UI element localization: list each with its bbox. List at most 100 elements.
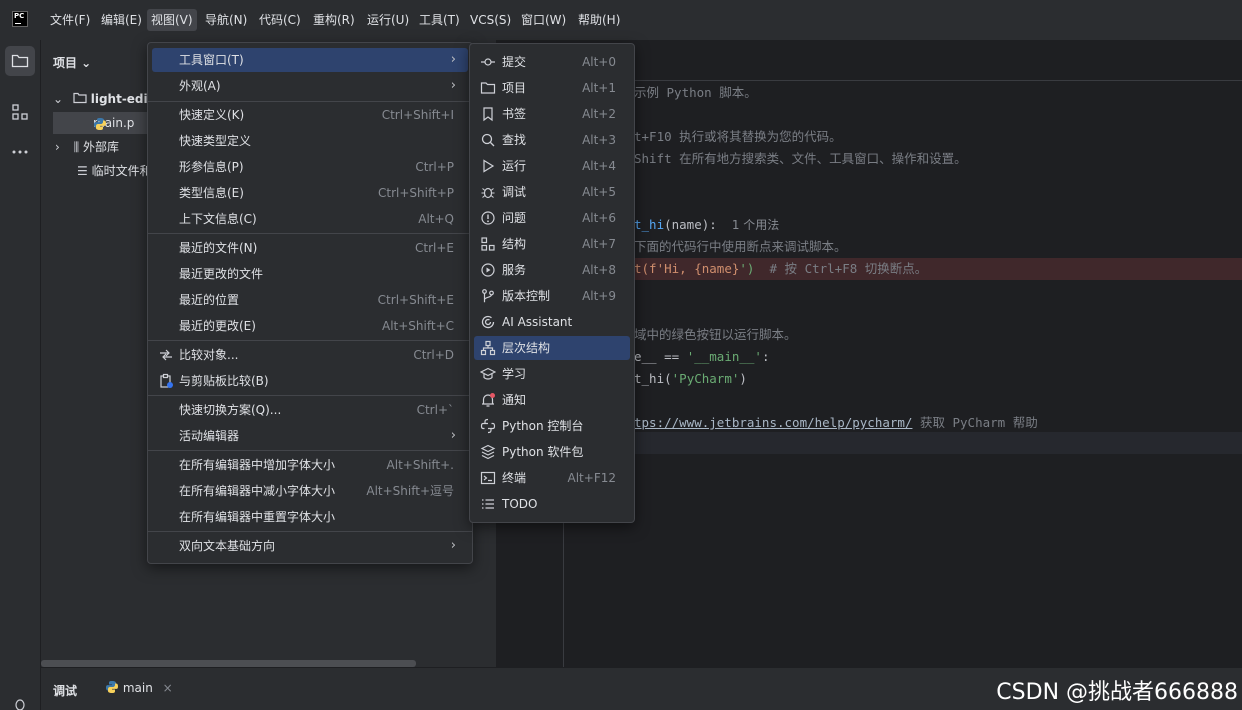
menu-run[interactable]: 运行(U) [363,9,413,31]
menu-view[interactable]: 视图(V) [147,9,197,31]
commit-icon [481,58,495,66]
tool-window-bookmarks[interactable]: 书签 Alt+2 [474,102,630,126]
terminal-icon [480,471,496,485]
tool-window-project[interactable]: 项目 Alt+1 [474,76,630,100]
view-menu-decrease-font[interactable]: 在所有编辑器中减小字体大小 Alt+Shift+逗号 [152,479,468,503]
code-line: t_hi('PyCharm') [634,371,747,386]
tree-item-label: 外部库 [83,140,120,154]
pycharm-logo-icon[interactable]: PC [12,11,28,27]
menu-vcs[interactable]: VCS(S) [466,9,515,31]
view-menu-recent-locations[interactable]: 最近的位置 Ctrl+Shift+E [152,288,468,312]
tool-window-ai-assistant[interactable]: AI Assistant [474,310,630,334]
clipboard-compare-icon [160,373,173,388]
learn-icon [480,367,496,380]
code-line: tps://www.jetbrains.com/help/pycharm/ 获取… [634,415,1038,430]
usage-hint[interactable]: 1 个用法 [732,218,779,232]
tree-row-external-libs[interactable]: › ⫼ 外部库 [55,136,119,158]
chevron-right-icon: › [450,538,456,553]
tool-window-problems[interactable]: 问题 Alt+6 [474,206,630,230]
code-line: t_hi(name): 1 个用法 [634,217,780,232]
vcs-icon [482,289,494,303]
tool-window-todo[interactable]: TODO [474,492,630,516]
python-icon [106,681,118,693]
tool-window-run[interactable]: 运行 Alt+4 [474,154,630,178]
tool-window-vcs[interactable]: 版本控制 Alt+9 [474,284,630,308]
folder-icon [480,82,496,94]
menu-edit[interactable]: 编辑(E) [97,9,146,31]
compare-icon [160,349,172,361]
horizontal-scrollbar[interactable] [41,660,416,667]
bookmark-icon [483,107,493,122]
view-menu-compare-with[interactable]: 比较对象... Ctrl+D [152,343,468,367]
tool-window-learn[interactable]: 学习 [474,362,630,386]
tree-item-label: light-edi [90,92,148,106]
tool-window-strip [0,40,41,710]
tool-window-debug[interactable]: 调试 Alt+5 [474,180,630,204]
code-line: Shift 在所有地方搜索类、文件、工具窗口、操作和设置。 [634,151,967,166]
ai-assistant-icon [481,315,495,329]
chevron-right-icon: › [450,428,456,443]
view-menu-appearance[interactable]: 外观(A) › [152,74,468,98]
structure-tool-button[interactable] [5,97,35,127]
debug-tab-label[interactable]: 调试 [53,682,77,699]
view-menu-parameter-info[interactable]: 形参信息(P) Ctrl+P [152,155,468,179]
tool-window-python-packages[interactable]: Python 软件包 [474,440,630,464]
view-menu-recent-files[interactable]: 最近的文件(N) Ctrl+E [152,236,468,260]
menu-separator [148,531,472,532]
menu-bar: PC 文件(F) 编辑(E) 视图(V) 导航(N) 代码(C) 重构(R) 运… [0,0,1242,40]
tool-window-structure[interactable]: 结构 Alt+7 [474,232,630,256]
project-title[interactable]: 项目 ⌄ [53,54,91,71]
view-menu-quick-switch-scheme[interactable]: 快速切换方案(Q)... Ctrl+` [152,398,468,422]
code-line: 示例 Python 脚本。 [634,85,757,100]
view-menu-tool-windows[interactable]: 工具窗口(T) › [152,48,468,72]
view-menu-active-editor[interactable]: 活动编辑器 › [152,424,468,448]
scratches-icon: ☰ [77,164,88,178]
view-menu-compare-clipboard[interactable]: 与剪贴板比较(B) [152,369,468,393]
view-menu-bidi-direction[interactable]: 双向文本基础方向 › [152,534,468,558]
tree-row-scratches[interactable]: ☰ 临时文件和 [77,160,152,182]
view-menu-quick-type-definition[interactable]: 快速类型定义 [152,129,468,153]
menu-help[interactable]: 帮助(H) [574,9,624,31]
tool-window-hierarchy[interactable]: 层次结构 [474,336,630,360]
view-menu-context-info[interactable]: 上下文信息(C) Alt+Q [152,207,468,231]
folder-icon [73,92,87,104]
more-tools-button[interactable] [5,137,35,167]
tool-window-python-console[interactable]: Python 控制台 [474,414,630,438]
code-line-breakpoint: t(f'Hi, {name}') # 按 Ctrl+F8 切换断点。 [634,261,928,276]
close-icon[interactable]: × [163,681,173,695]
search-icon [481,133,495,147]
tool-window-notifications[interactable]: 通知 [474,388,630,412]
packages-icon [480,444,496,460]
tree-row-root[interactable]: ⌄ light-edi [53,88,148,110]
tool-window-terminal[interactable]: 终端 Alt+F12 [474,466,630,490]
menu-window[interactable]: 窗口(W) [517,9,570,31]
code-line: t+F10 执行或将其替换为您的代码。 [634,129,842,144]
debug-session-tab[interactable]: main × [105,680,173,695]
view-menu-type-info[interactable]: 类型信息(E) Ctrl+Shift+P [152,181,468,205]
view-menu-popup: 工具窗口(T) › 外观(A) › 快速定义(K) Ctrl+Shift+I 快速类型… [147,42,473,564]
notification-icon [482,393,495,407]
view-menu-recently-changed-files[interactable]: 最近更改的文件 [152,262,468,286]
view-menu-reset-font[interactable]: 在所有编辑器中重置字体大小 [152,505,468,529]
code-line: 下面的代码行中使用断点来调试脚本。 [634,239,847,254]
code-line: e__ == '__main__': [634,349,770,364]
tool-window-find[interactable]: 查找 Alt+3 [474,128,630,152]
view-menu-increase-font[interactable]: 在所有编辑器中增加字体大小 Alt+Shift+. [152,453,468,477]
project-tool-button[interactable] [5,46,35,76]
tool-window-commit[interactable]: 提交 Alt+0 [474,50,630,74]
menu-refactor[interactable]: 重构(R) [309,9,359,31]
view-menu-quick-definition[interactable]: 快速定义(K) Ctrl+Shift+I [152,103,468,127]
services-icon [481,263,495,277]
chevron-right-icon: › [450,52,456,67]
view-menu-recent-changes[interactable]: 最近的更改(E) Alt+Shift+C [152,314,468,338]
menu-tools[interactable]: 工具(T) [415,9,464,31]
help-link[interactable]: tps://www.jetbrains.com/help/pycharm/ [634,415,912,430]
menu-navigate[interactable]: 导航(N) [201,9,251,31]
menu-file[interactable]: 文件(F) [46,9,94,31]
debug-tool-icon[interactable] [12,695,28,710]
menu-separator [148,395,472,396]
menu-code[interactable]: 代码(C) [255,9,305,31]
tool-window-services[interactable]: 服务 Alt+8 [474,258,630,282]
tree-item-label: 临时文件和 [91,164,152,178]
python-console-icon [480,418,496,434]
